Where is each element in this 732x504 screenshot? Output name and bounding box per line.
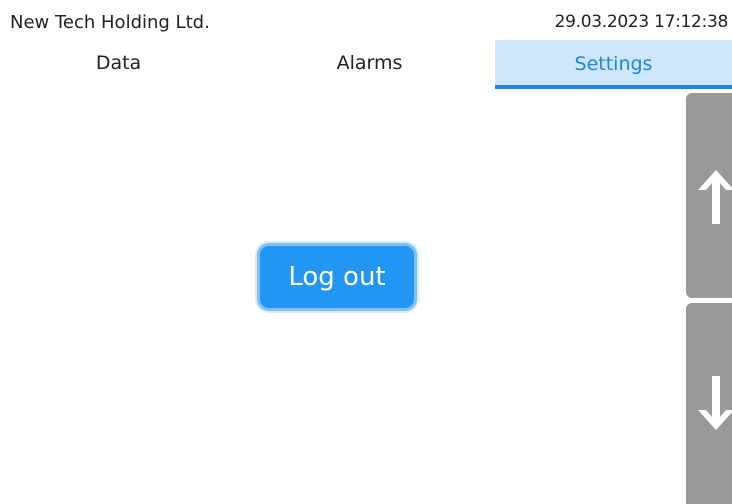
logout-button[interactable]: Log out bbox=[257, 243, 417, 311]
tab-bar: Data Alarms Settings bbox=[0, 40, 732, 90]
datetime-display: 29.03.2023 17:12:38 bbox=[554, 12, 729, 32]
tab-data[interactable]: Data bbox=[0, 40, 237, 86]
scroll-down-button[interactable] bbox=[686, 303, 732, 504]
header-bar: New Tech Holding Ltd. 29.03.2023 17:12:3… bbox=[0, 0, 732, 40]
tab-alarms[interactable]: Alarms bbox=[251, 40, 488, 86]
arrow-down-icon bbox=[692, 372, 732, 436]
company-name: New Tech Holding Ltd. bbox=[10, 12, 210, 33]
tab-settings[interactable]: Settings bbox=[495, 40, 732, 89]
arrow-up-icon bbox=[692, 164, 732, 228]
scroll-up-button[interactable] bbox=[686, 93, 732, 298]
